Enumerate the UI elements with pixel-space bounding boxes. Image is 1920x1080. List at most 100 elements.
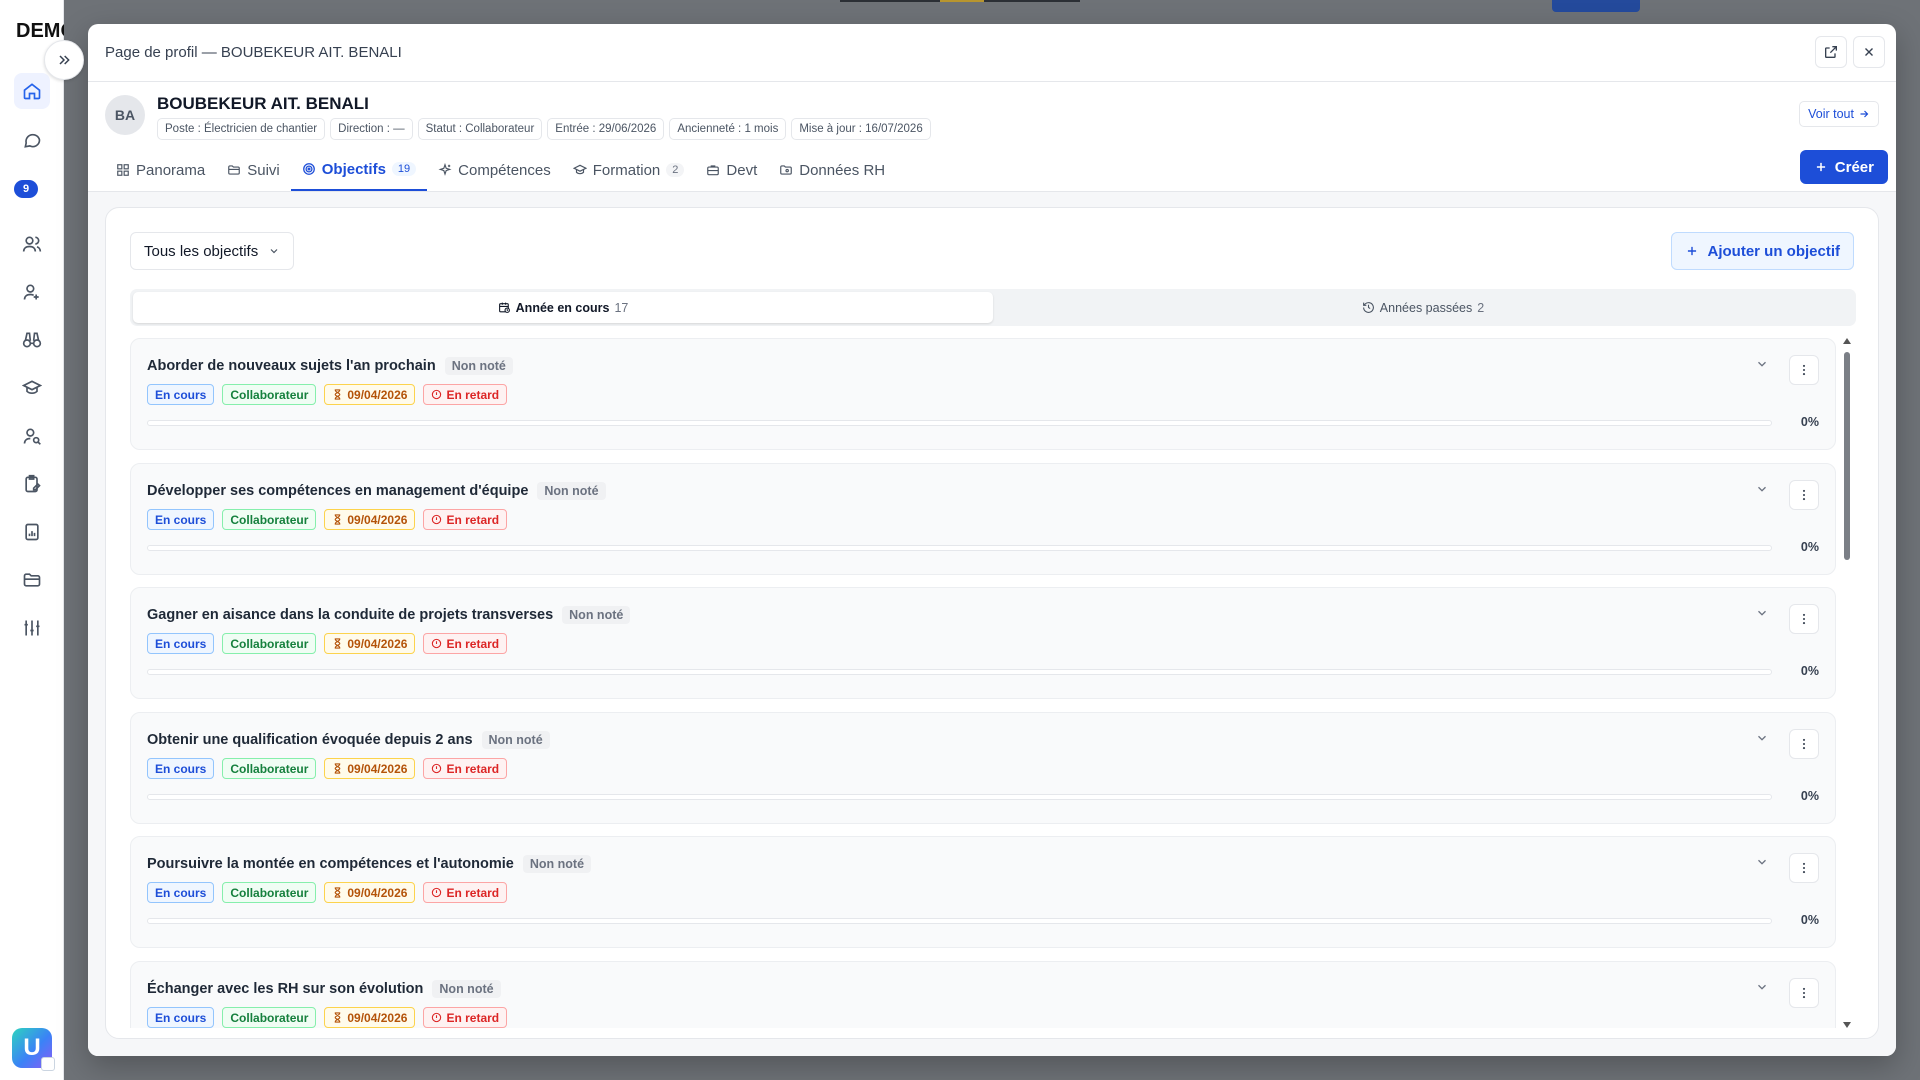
tab-devt[interactable]: Devt	[695, 149, 768, 191]
expand-chevron-icon[interactable]	[1755, 980, 1769, 994]
objective-card[interactable]: Échanger avec les RH sur son évolution N…	[130, 961, 1836, 1028]
late-badge: En retard	[423, 384, 508, 405]
objective-card[interactable]: Développer ses compétences en management…	[130, 463, 1836, 575]
due-date-badge: 09/04/2026	[324, 509, 416, 530]
avatar: BA	[105, 95, 145, 135]
binoculars-icon[interactable]	[14, 322, 50, 358]
objective-title: Échanger avec les RH sur son évolution	[147, 981, 424, 997]
sliders-icon[interactable]	[14, 610, 50, 646]
report-icon[interactable]	[14, 514, 50, 550]
clipboard-edit-icon[interactable]	[14, 466, 50, 502]
home-icon[interactable]	[14, 73, 50, 109]
segment-current-year[interactable]: Année en cours 17	[133, 292, 993, 323]
tab-donnees-rh[interactable]: Données RH	[768, 149, 896, 191]
create-label: Créer	[1834, 158, 1874, 176]
alert-circle-icon	[432, 1012, 442, 1023]
see-all-button[interactable]: Voir tout	[1799, 101, 1879, 127]
scroll-thumb[interactable]	[1844, 352, 1850, 560]
tab-panorama[interactable]: Panorama	[105, 149, 216, 191]
progress-percent: 0%	[1800, 789, 1819, 803]
objective-card[interactable]: Obtenir une qualification évoquée depuis…	[130, 712, 1836, 824]
more-actions-button[interactable]	[1789, 480, 1819, 510]
scroll-down-arrow[interactable]	[1843, 1022, 1851, 1028]
target-icon	[302, 163, 315, 175]
late-label: En retard	[446, 512, 500, 527]
objective-card[interactable]: Aborder de nouveaux sujets l'an prochain…	[130, 338, 1836, 450]
close-icon	[1865, 48, 1873, 56]
plus-icon	[1687, 246, 1696, 256]
expand-sidebar-button[interactable]	[44, 40, 84, 80]
chip-entree: Entrée : 29/06/2026	[547, 118, 665, 140]
expand-chevron-icon[interactable]	[1755, 731, 1769, 745]
tab-objectifs[interactable]: Objectifs 19	[290, 149, 428, 191]
open-external-button[interactable]	[1815, 36, 1847, 68]
scroll-up-arrow[interactable]	[1843, 338, 1851, 344]
objective-title-row: Aborder de nouveaux sujets l'an prochain…	[147, 357, 513, 375]
more-actions-button[interactable]	[1789, 355, 1819, 385]
hourglass-icon	[335, 887, 341, 898]
chip-mise-a-jour: Mise à jour : 16/07/2026	[791, 118, 931, 140]
backdrop-bar	[840, 0, 940, 2]
more-actions-button[interactable]	[1789, 729, 1819, 759]
backdrop-bar-accent	[940, 0, 984, 2]
profile-modal: Page de profil — BOUBEKEUR AIT. BENALI B…	[88, 24, 1896, 1056]
people-icon[interactable]	[14, 226, 50, 262]
notification-badge[interactable]: 9	[14, 180, 38, 198]
filter-label: Tous les objectifs	[144, 242, 259, 260]
add-objective-button[interactable]: Ajouter un objectif	[1670, 232, 1854, 270]
rating-badge: Non noté	[537, 482, 606, 500]
objective-card[interactable]: Gagner en aisance dans la conduite de pr…	[130, 587, 1836, 699]
calendar-clock-icon	[498, 302, 510, 313]
chip-anciennete: Ancienneté : 1 mois	[669, 118, 787, 140]
create-button[interactable]: Créer	[1799, 150, 1888, 184]
expand-chevron-icon[interactable]	[1755, 357, 1769, 371]
objective-title-row: Obtenir une qualification évoquée depuis…	[147, 731, 550, 749]
more-actions-button[interactable]	[1789, 604, 1819, 634]
user-search-icon[interactable]	[14, 418, 50, 454]
external-link-icon	[1825, 46, 1837, 58]
due-date: 09/04/2026	[347, 1010, 408, 1025]
alert-circle-icon	[432, 763, 442, 774]
owner-badge: Collaborateur	[222, 1007, 317, 1028]
close-modal-button[interactable]	[1853, 36, 1885, 68]
chat-icon[interactable]	[14, 122, 50, 158]
objectives-panel: Tous les objectifs Ajouter un objectif A…	[105, 207, 1879, 1039]
expand-chevron-icon[interactable]	[1755, 855, 1769, 869]
tab-formation[interactable]: Formation 2	[562, 149, 696, 191]
rating-badge: Non noté	[481, 731, 550, 749]
objective-card[interactable]: Poursuivre la montée en compétences et l…	[130, 836, 1836, 948]
grid-icon	[117, 164, 129, 176]
objective-tags: En cours Collaborateur 09/04/2026 En ret…	[147, 509, 508, 530]
expand-chevron-icon[interactable]	[1755, 606, 1769, 620]
app-logo-badge	[41, 1057, 55, 1071]
late-label: En retard	[446, 885, 500, 900]
user-icon[interactable]	[14, 274, 50, 310]
graduation-cap-icon[interactable]	[14, 370, 50, 406]
more-actions-button[interactable]	[1789, 978, 1819, 1008]
modal-header-divider	[88, 81, 1896, 82]
kebab-icon	[1802, 987, 1806, 999]
objective-title-row: Gagner en aisance dans la conduite de pr…	[147, 606, 631, 624]
due-date-badge: 09/04/2026	[324, 882, 416, 903]
progress-bar	[147, 420, 1772, 426]
graduation-icon	[572, 164, 587, 175]
tab-label: Objectifs	[321, 160, 386, 178]
segment-label: Années passées	[1379, 300, 1473, 315]
tab-count: 19	[391, 162, 417, 176]
objectives-filter-select[interactable]: Tous les objectifs	[130, 232, 295, 270]
tab-suivi[interactable]: Suivi	[216, 149, 291, 191]
tab-competences[interactable]: Compétences	[427, 149, 562, 191]
profile-name: BOUBEKEUR AIT. BENALI	[157, 94, 369, 113]
more-actions-button[interactable]	[1789, 853, 1819, 883]
folder-icon[interactable]	[14, 562, 50, 598]
objective-title: Développer ses compétences en management…	[147, 483, 529, 499]
segment-past-years[interactable]: Années passées 2	[993, 292, 1853, 323]
expand-chevron-icon[interactable]	[1755, 482, 1769, 496]
due-date: 09/04/2026	[347, 636, 408, 651]
objectives-scrollbar[interactable]	[1842, 338, 1852, 1028]
objective-title-row: Poursuivre la montée en compétences et l…	[147, 855, 592, 873]
app-logo[interactable]: U	[12, 1028, 55, 1071]
folder-user-icon	[780, 165, 793, 175]
folder-open-icon	[228, 165, 241, 175]
objective-tags: En cours Collaborateur 09/04/2026 En ret…	[147, 1007, 508, 1028]
